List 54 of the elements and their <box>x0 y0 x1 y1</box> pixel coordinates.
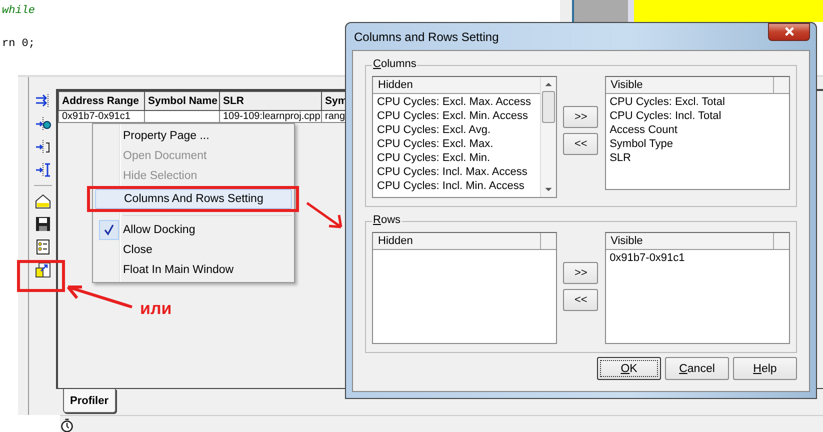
annotation-arrow <box>305 201 345 231</box>
list-item[interactable]: CPU Cycles: Excl. Avg. <box>377 123 536 137</box>
column-header[interactable]: SLR <box>220 92 322 110</box>
scroll-down-icon[interactable] <box>545 187 552 192</box>
group-label: Rows <box>372 214 402 226</box>
move-right-button[interactable]: >> <box>563 262 598 284</box>
annotation-text: или <box>140 299 172 319</box>
list-item[interactable]: CPU Cycles: Excl. Min. Access <box>377 109 536 123</box>
scrollbar[interactable] <box>540 77 556 197</box>
tab[interactable]: Profiler <box>63 389 116 413</box>
arrow-loop-icon[interactable] <box>34 139 50 155</box>
document-icon[interactable] <box>34 239 50 255</box>
list-item[interactable]: CPU Cycles: Incl. Min. Access <box>377 179 536 193</box>
column-header[interactable]: Address Range <box>58 92 144 110</box>
table-settings-icon[interactable] <box>34 262 50 278</box>
stopwatch-icon[interactable] <box>60 418 74 432</box>
close-icon <box>784 26 794 37</box>
save-icon[interactable] <box>34 216 50 232</box>
list-item[interactable]: CPU Cycles: Excl. Max. <box>377 137 536 151</box>
list-item[interactable]: CPU Cycles: Excl. Max. Access <box>377 95 536 109</box>
list-item[interactable]: Access Count <box>610 123 785 137</box>
dialog-button[interactable]: Cancel <box>665 357 729 380</box>
house-icon[interactable] <box>34 193 50 209</box>
group-label: Columns <box>372 58 418 70</box>
table-cell: 109-109:learnproj.cpp <box>220 110 322 122</box>
menu-item[interactable]: Property Page ... <box>95 126 292 146</box>
table-cell: 0x91b7-0x91c1 <box>58 110 144 122</box>
highlight-frame <box>17 260 65 292</box>
arrow-bar-icon[interactable] <box>34 162 50 178</box>
move-right-button[interactable]: >> <box>563 106 598 128</box>
dialog-button[interactable]: Help <box>733 357 797 380</box>
list-item[interactable]: CPU Cycles: Excl. Min. <box>377 151 536 165</box>
checkmark-icon <box>99 220 119 240</box>
window-title: Columns and Rows Setting <box>353 30 499 44</box>
scroll-thumb[interactable] <box>542 91 556 123</box>
arrow-dot-icon[interactable] <box>34 116 50 132</box>
menu-item[interactable]: Columns And Rows Setting <box>95 189 292 209</box>
list-item[interactable]: CPU Cycles: Excl. Total <box>610 95 785 109</box>
menu-item[interactable]: Close <box>95 240 292 260</box>
list-item[interactable]: 0x91b7-0x91c1 <box>610 251 785 265</box>
list-item[interactable]: SLR <box>610 151 785 165</box>
close-button[interactable] <box>768 22 810 40</box>
move-left-button[interactable]: << <box>563 289 598 311</box>
scroll-up-icon[interactable] <box>545 82 552 87</box>
move-left-button[interactable]: << <box>563 133 598 155</box>
list-item[interactable]: CPU Cycles: Incl. Max. Access <box>377 165 536 179</box>
dialog-button[interactable]: OK <box>597 357 661 380</box>
menu-item[interactable]: Float In Main Window <box>95 260 292 280</box>
code-line: rn 0; <box>2 37 36 52</box>
arrow-icon[interactable] <box>34 93 50 109</box>
code-line: while <box>2 4 36 19</box>
list-item[interactable]: CPU Cycles: Incl. Total <box>610 109 785 123</box>
list-item[interactable]: Symbol Type <box>610 137 785 151</box>
column-header[interactable]: Symbol Name <box>144 92 220 110</box>
